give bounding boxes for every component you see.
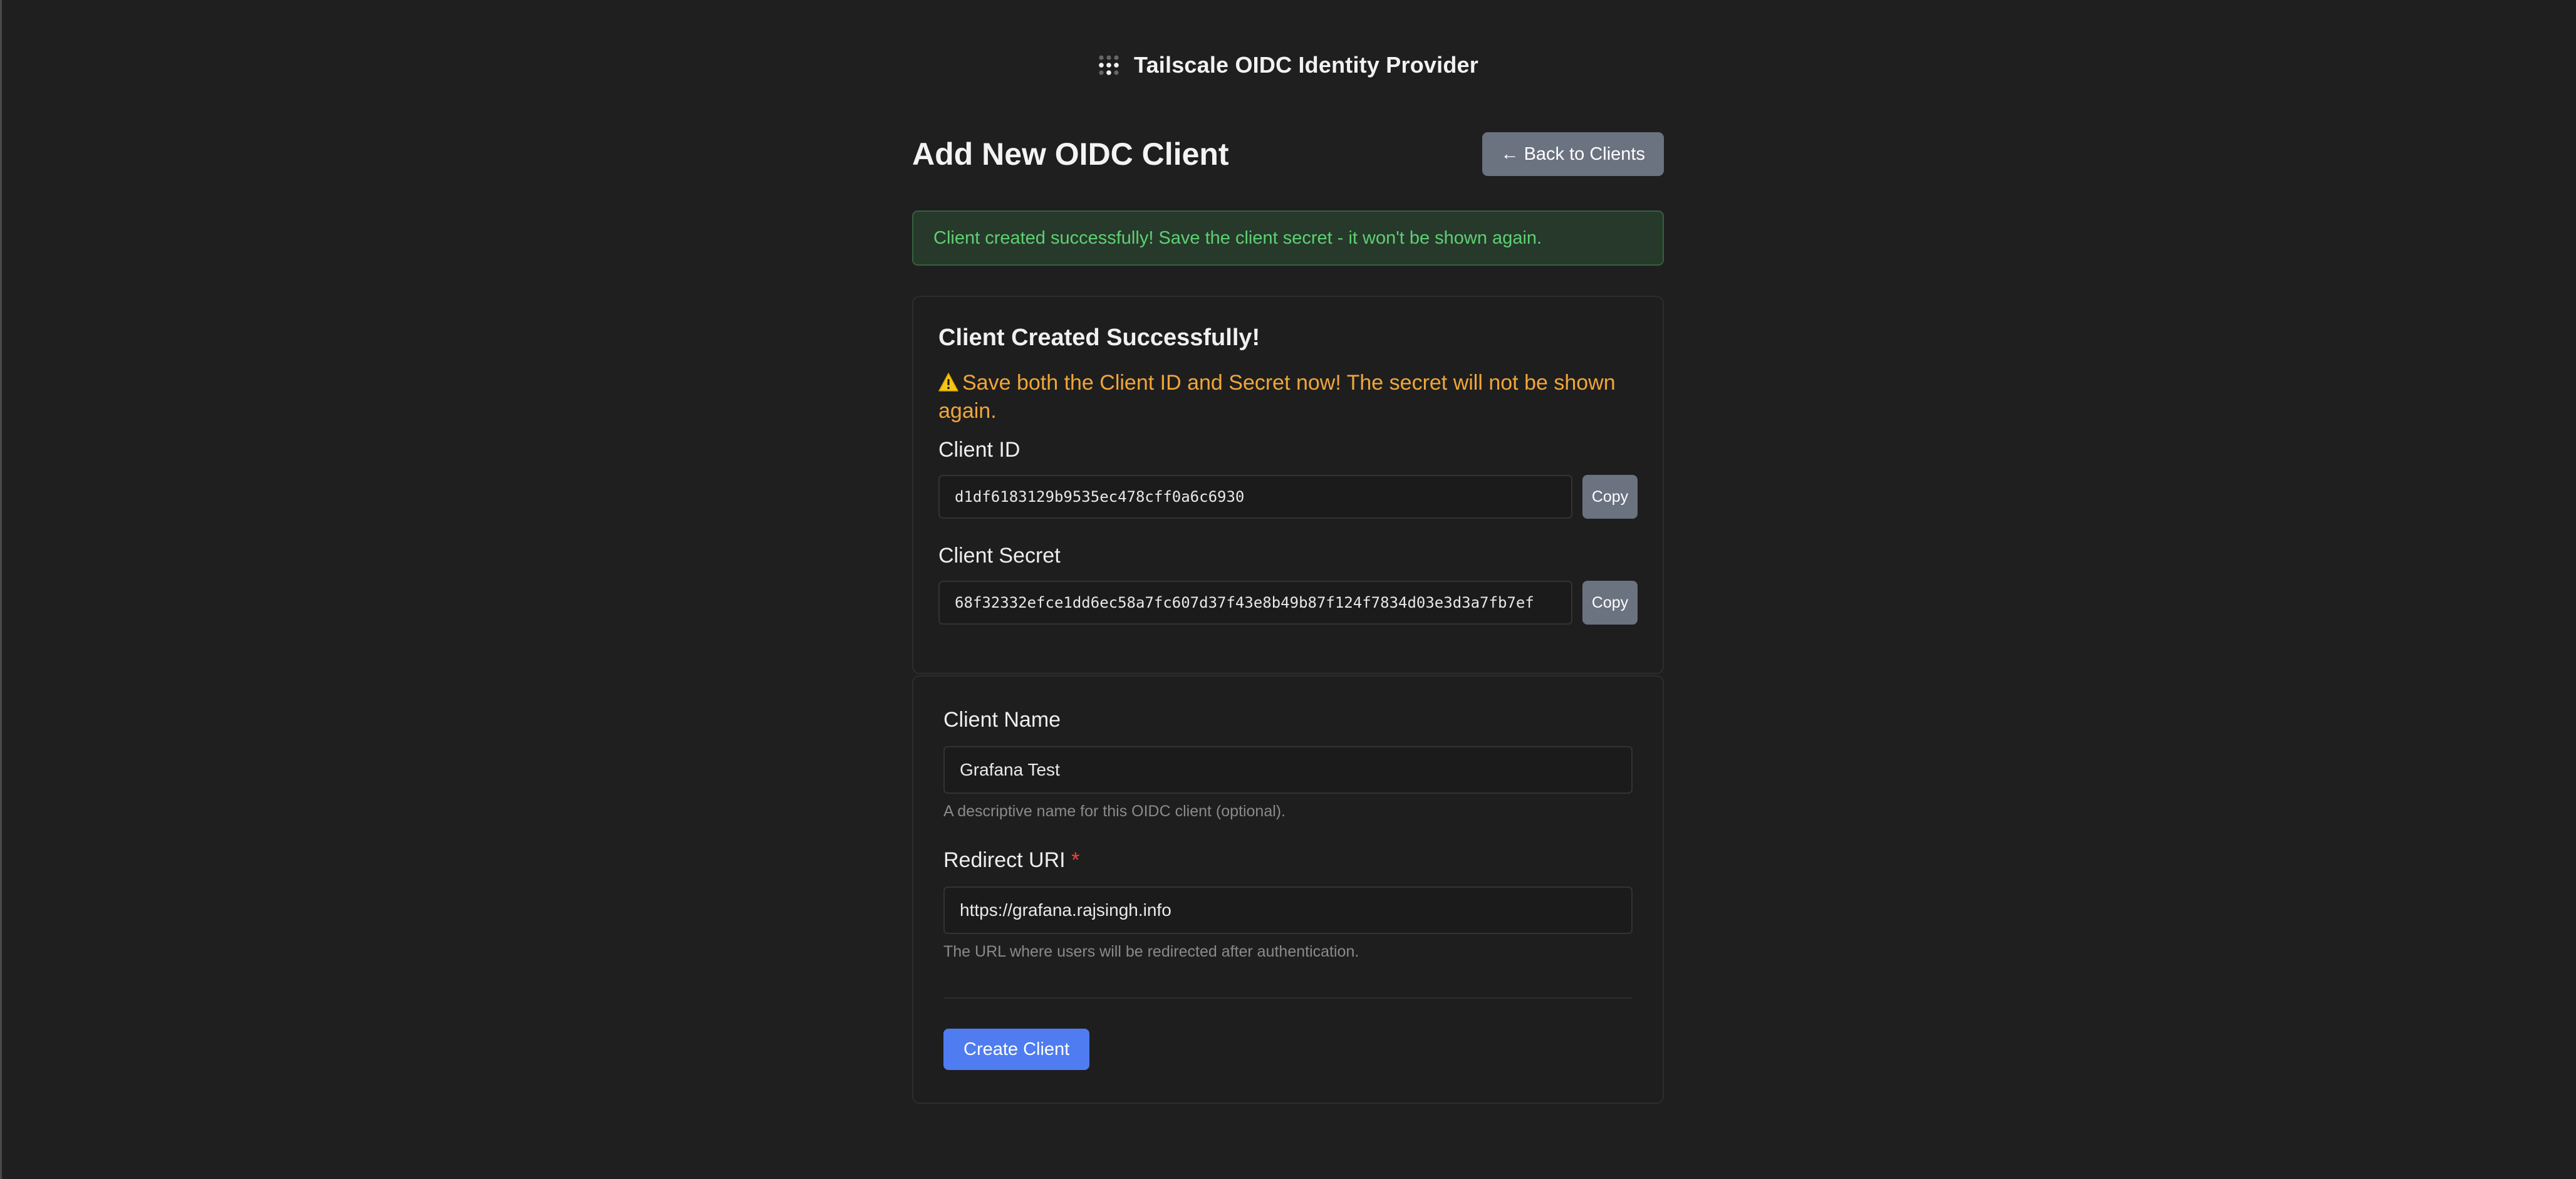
client-name-help: A descriptive name for this OIDC client … (943, 802, 1286, 820)
main-container: Add New OIDC Client ← Back to Clients Cl… (912, 125, 1664, 1104)
client-secret-label: Client Secret (938, 544, 1061, 568)
warning-icon (938, 373, 958, 392)
form-divider (943, 997, 1633, 999)
create-client-button[interactable]: Create Client (943, 1029, 1090, 1070)
redirect-uri-help: The URL where users will be redirected a… (943, 943, 1359, 960)
page-title: Add New OIDC Client (912, 137, 1229, 172)
window-edge (0, 0, 2, 1179)
page-header: Add New OIDC Client ← Back to Clients (912, 125, 1664, 183)
site-title: Tailscale OIDC Identity Provider (1134, 52, 1478, 78)
client-secret-field[interactable]: 68f32332efce1dd6ec58a7fc607d37f43e8b49b8… (938, 581, 1572, 625)
client-name-input[interactable] (943, 746, 1633, 794)
client-secret-row: 68f32332efce1dd6ec58a7fc607d37f43e8b49b8… (938, 581, 1638, 625)
client-id-field[interactable]: d1df6183129b9535ec478cff0a6c6930 (938, 475, 1572, 519)
success-alert-text: Client created successfully! Save the cl… (933, 227, 1542, 248)
required-asterisk: * (1071, 848, 1080, 872)
back-to-clients-button[interactable]: ← Back to Clients (1482, 132, 1664, 176)
client-credentials-card: Client Created Successfully! Save both t… (912, 296, 1664, 674)
client-form-card: Client Name A descriptive name for this … (912, 675, 1664, 1104)
redirect-uri-input[interactable] (943, 886, 1633, 934)
copy-client-id-button[interactable]: Copy (1582, 475, 1638, 519)
client-name-label-text: Client Name (943, 708, 1061, 732)
redirect-uri-label-text: Redirect URI (943, 848, 1066, 872)
copy-client-secret-button[interactable]: Copy (1582, 581, 1638, 625)
client-name-label: Client Name (943, 708, 1633, 732)
site-header: Tailscale OIDC Identity Provider (0, 46, 2576, 84)
redirect-uri-label: Redirect URI * (943, 848, 1633, 873)
credentials-heading: Client Created Successfully! (938, 325, 1260, 351)
tailscale-dots-icon (1099, 55, 1119, 75)
save-warning-text: Save both the Client ID and Secret now! … (938, 371, 1616, 423)
client-id-row: d1df6183129b9535ec478cff0a6c6930 Copy (938, 475, 1638, 519)
save-warning: Save both the Client ID and Secret now! … (938, 369, 1638, 425)
client-id-label: Client ID (938, 438, 1021, 462)
success-alert: Client created successfully! Save the cl… (912, 210, 1664, 266)
